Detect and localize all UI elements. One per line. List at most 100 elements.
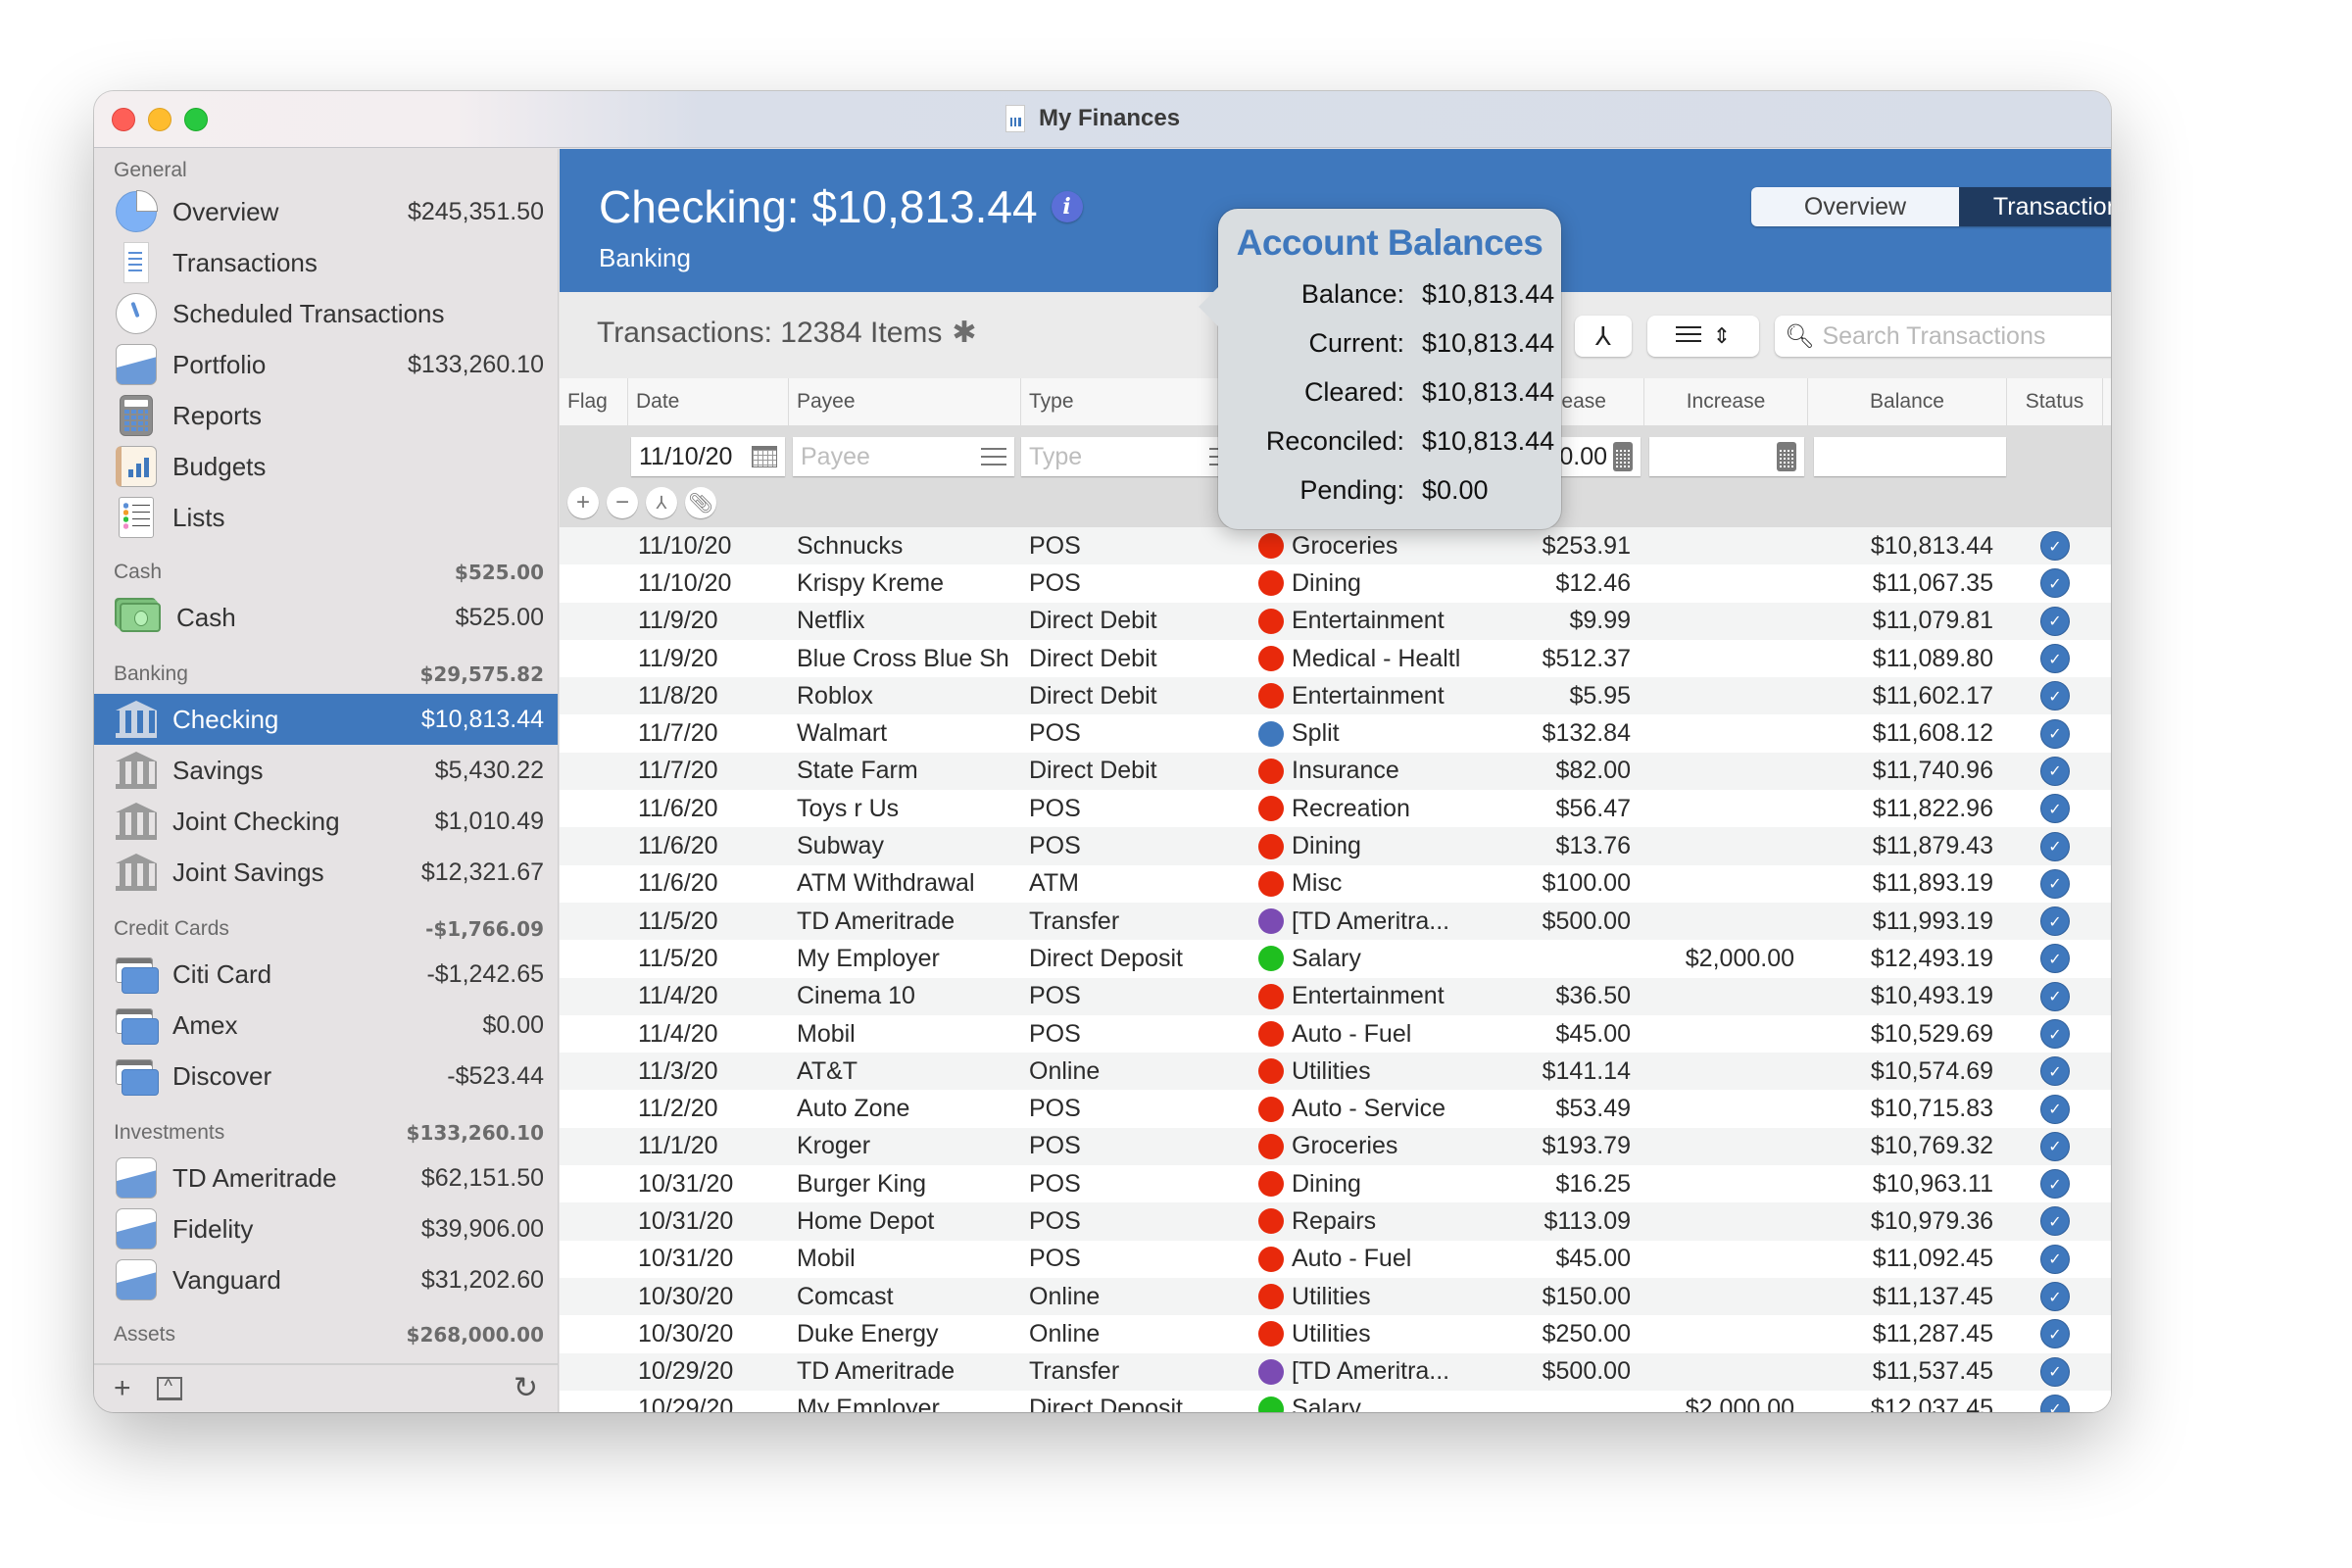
date-field[interactable]: 11/10/20 (631, 437, 785, 476)
sidebar-item-discover[interactable]: Discover -$523.44 (94, 1051, 558, 1102)
cleared-check-icon[interactable]: ✓ (2040, 1019, 2070, 1049)
add-account-button[interactable]: + (114, 1374, 131, 1403)
tab-transactions[interactable]: Transactions (1959, 187, 2111, 226)
view-options-button[interactable]: ⇕ (1647, 316, 1759, 357)
split-transaction-button[interactable]: ⅄ (646, 487, 677, 518)
table-row[interactable]: 11/6/20 Toys r Us POS Recreation $56.47 $11,8… (560, 790, 2111, 828)
search-input[interactable] (1822, 321, 2111, 351)
sidebar-item-reports[interactable]: Reports (94, 390, 558, 441)
sidebar-section-header[interactable]: Credit Cards -$1,766.09 (94, 898, 558, 949)
info-icon[interactable]: i (1051, 191, 1083, 222)
cleared-check-icon[interactable]: ✓ (2040, 1131, 2070, 1161)
table-row[interactable]: 10/30/20 Duke Energy Online Utilities $250.0… (560, 1315, 2111, 1353)
sidebar-item-amex[interactable]: Amex $0.00 (94, 1000, 558, 1051)
sidebar-item-fidelity[interactable]: Fidelity $39,906.00 (94, 1203, 558, 1254)
table-row[interactable]: 10/31/20 Mobil POS Auto - Fuel $45.00 $11,092… (560, 1240, 2111, 1278)
table-row[interactable]: 11/6/20 Subway POS Dining $13.76 $11,879.43 ✓ (560, 827, 2111, 865)
cleared-check-icon[interactable]: ✓ (2040, 1244, 2070, 1274)
sidebar-item-cash[interactable]: Cash $525.00 (94, 592, 558, 643)
minimize-button[interactable] (148, 108, 172, 131)
column-header-flag[interactable]: Flag (560, 378, 628, 425)
cleared-check-icon[interactable]: ✓ (2040, 756, 2070, 786)
table-row[interactable]: 11/6/20 ATM Withdrawal ATM Misc $100.00 $11,8… (560, 864, 2111, 903)
table-row[interactable]: 11/1/20 Kroger POS Groceries $193.79 $10,769.… (560, 1127, 2111, 1166)
table-row[interactable]: 11/7/20 Walmart POS Split $132.84 $11,608.12 ✓ (560, 714, 2111, 753)
zoom-button[interactable] (184, 108, 208, 131)
sidebar-item-joint-checking[interactable]: Joint Checking $1,010.49 (94, 796, 558, 847)
tab-overview[interactable]: Overview (1751, 187, 1959, 226)
cleared-check-icon[interactable]: ✓ (2040, 718, 2070, 749)
sidebar-item-lists[interactable]: Lists (94, 492, 558, 543)
cleared-check-icon[interactable]: ✓ (2040, 981, 2070, 1011)
sidebar-item-checking[interactable]: Checking $10,813.44 (94, 694, 558, 745)
table-row[interactable]: 11/8/20 Roblox Direct Debit Entertainment $5… (560, 677, 2111, 715)
type-field[interactable]: Type (1021, 437, 1243, 476)
sidebar-item-citi-card[interactable]: Citi Card -$1,242.65 (94, 949, 558, 1000)
cleared-check-icon[interactable]: ✓ (2040, 1319, 2070, 1349)
add-transaction-button[interactable]: + (567, 487, 599, 518)
cleared-check-icon[interactable]: ✓ (2040, 831, 2070, 861)
column-header-payee[interactable]: Payee (789, 378, 1021, 425)
cleared-check-icon[interactable]: ✓ (2040, 868, 2070, 899)
cleared-check-icon[interactable]: ✓ (2040, 1394, 2070, 1412)
column-header-date[interactable]: Date (628, 378, 789, 425)
delete-transaction-button[interactable]: − (607, 487, 638, 518)
sidebar-item-vanguard[interactable]: Vanguard $31,202.60 (94, 1254, 558, 1305)
table-row[interactable]: 11/9/20 Netflix Direct Debit Entertainment $… (560, 602, 2111, 640)
cleared-check-icon[interactable]: ✓ (2040, 1356, 2070, 1387)
payee-field[interactable]: Payee (793, 437, 1014, 476)
sidebar-section-header[interactable]: Cash $525.00 (94, 543, 558, 592)
table-row[interactable]: 10/30/20 Comcast Online Utilities $150.00 $11… (560, 1277, 2111, 1316)
attach-button[interactable]: 📎︎ (685, 487, 716, 518)
cleared-check-icon[interactable]: ✓ (2040, 681, 2070, 711)
search-field[interactable]: 🔍︎ (1775, 316, 2111, 357)
calendar-icon[interactable] (752, 446, 777, 467)
table-row[interactable]: 10/31/20 Burger King POS Dining $16.25 $10,96… (560, 1165, 2111, 1203)
sidebar-section-header[interactable]: Assets $268,000.00 (94, 1305, 558, 1354)
cleared-check-icon[interactable]: ✓ (2040, 1094, 2070, 1124)
table-row[interactable]: 11/3/20 AT&T Online Utilities $141.14 $10,574… (560, 1053, 2111, 1091)
cleared-check-icon[interactable]: ✓ (2040, 944, 2070, 974)
cleared-check-icon[interactable]: ✓ (2040, 1169, 2070, 1200)
calculator-icon[interactable] (1777, 442, 1796, 471)
cleared-check-icon[interactable]: ✓ (2040, 794, 2070, 824)
table-row[interactable]: 11/4/20 Cinema 10 POS Entertainment $36.50 $1… (560, 977, 2111, 1015)
table-row[interactable]: 11/10/20 Schnucks POS Groceries $253.91 $10,8… (560, 527, 2111, 565)
table-row[interactable]: 11/4/20 Mobil POS Auto - Fuel $45.00 $10,529.… (560, 1014, 2111, 1054)
column-header-status[interactable]: Status (2007, 378, 2103, 425)
sidebar-item-joint-savings[interactable]: Joint Savings $12,321.67 (94, 847, 558, 898)
table-row[interactable]: 10/29/20 My Employer Direct Deposit Salary $… (560, 1390, 2111, 1412)
table-row[interactable]: 11/10/20 Krispy Kreme POS Dining $12.46 $11,0… (560, 564, 2111, 603)
table-row[interactable]: 11/9/20 Blue Cross Blue Sh Direct Debit Med… (560, 639, 2111, 678)
sidebar-item-portfolio[interactable]: Portfolio $133,260.10 (94, 339, 558, 390)
cleared-check-icon[interactable]: ✓ (2040, 906, 2070, 937)
cleared-check-icon[interactable]: ✓ (2040, 568, 2070, 599)
column-header-increase[interactable]: Increase (1644, 378, 1808, 425)
refresh-button[interactable]: ↻ (514, 1374, 538, 1403)
sidebar-section-header[interactable]: Banking $29,575.82 (94, 643, 558, 694)
cleared-check-icon[interactable]: ✓ (2040, 1206, 2070, 1237)
gear-icon[interactable]: ✱ (952, 316, 976, 350)
cleared-check-icon[interactable]: ✓ (2040, 1282, 2070, 1312)
table-row[interactable]: 10/31/20 Home Depot POS Repairs $113.09 $10,9… (560, 1202, 2111, 1241)
table-row[interactable]: 11/2/20 Auto Zone POS Auto - Service $53.49 $… (560, 1090, 2111, 1128)
column-header-type[interactable]: Type (1021, 378, 1250, 425)
sidebar-item-td-ameritrade[interactable]: TD Ameritrade $62,151.50 (94, 1152, 558, 1203)
table-row[interactable]: 11/7/20 State Farm Direct Debit Insurance $8… (560, 752, 2111, 791)
transactions-table[interactable]: 11/10/20 Schnucks POS Groceries $253.91 $10,8… (560, 527, 2111, 1412)
cleared-check-icon[interactable]: ✓ (2040, 644, 2070, 674)
increase-field[interactable] (1649, 437, 1804, 476)
sidebar-item-savings[interactable]: Savings $5,430.22 (94, 745, 558, 796)
cleared-check-icon[interactable]: ✓ (2040, 606, 2070, 636)
calculator-icon[interactable] (1613, 442, 1633, 471)
table-row[interactable]: 10/29/20 TD Ameritrade Transfer [TD Ameritr… (560, 1352, 2111, 1391)
split-button[interactable]: ⅄ (1575, 316, 1632, 357)
table-row[interactable]: 11/5/20 TD Ameritrade Transfer [TD Ameritra… (560, 902, 2111, 941)
table-row[interactable]: 11/5/20 My Employer Direct Deposit Salary $2… (560, 940, 2111, 978)
sidebar-list[interactable]: General Overview $245,351.50 Transactions Sc… (94, 149, 558, 1363)
collapse-panel-button[interactable] (156, 1376, 182, 1400)
sidebar-item-scheduled-transactions[interactable]: Scheduled Transactions (94, 288, 558, 339)
cleared-check-icon[interactable]: ✓ (2040, 531, 2070, 562)
column-header-balance[interactable]: Balance (1808, 378, 2007, 425)
sidebar-item-overview[interactable]: Overview $245,351.50 (94, 186, 558, 237)
